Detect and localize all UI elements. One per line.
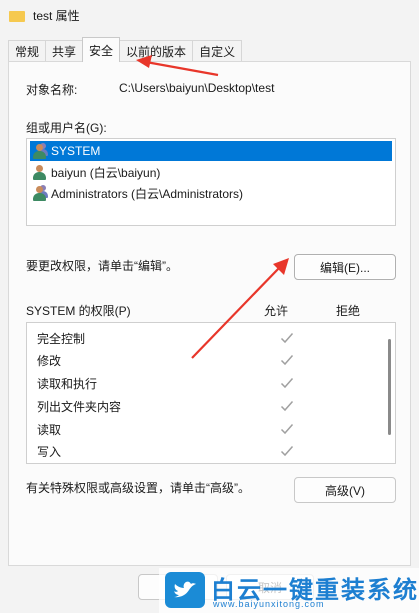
title-bar: test 属性 <box>0 0 419 30</box>
allow-check-icon <box>280 333 294 344</box>
allow-check-icon <box>280 401 294 412</box>
advanced-hint: 有关特殊权限或高级设置，请单击“高级”。 <box>26 481 250 495</box>
object-name-value: C:\Users\baiyun\Desktop\test <box>119 81 275 95</box>
group-icon <box>32 143 48 159</box>
scrollbar[interactable] <box>388 339 391 435</box>
tab-strip: 常规 共享 安全 以前的版本 自定义 <box>8 37 243 62</box>
permission-name: 写入 <box>37 444 62 459</box>
tab-previous-versions[interactable]: 以前的版本 <box>119 40 194 62</box>
list-item-label: Administrators (白云\Administrators) <box>51 186 244 201</box>
watermark-url: www.baiyunxitong.com <box>213 599 325 609</box>
permissions-list[interactable]: 完全控制 修改 读取和执行 列出文件夹内容 读取 写入 <box>26 322 396 464</box>
permission-name: 读取和执行 <box>37 376 98 391</box>
allow-check-icon <box>280 378 294 389</box>
user-icon <box>32 164 48 180</box>
permission-row: 写入 <box>37 440 392 462</box>
bird-logo-icon <box>165 572 205 608</box>
permission-name: 完全控制 <box>37 331 86 346</box>
list-item-system[interactable]: SYSTEM <box>30 141 392 161</box>
edit-hint: 要更改权限，请单击“编辑”。 <box>26 259 178 273</box>
permission-row: 列出文件夹内容 <box>37 395 392 417</box>
allow-check-icon <box>280 424 294 435</box>
tab-customize[interactable]: 自定义 <box>192 40 243 62</box>
list-item-label: baiyun (白云\baiyun) <box>51 165 161 180</box>
list-item-baiyun[interactable]: baiyun (白云\baiyun) <box>30 162 392 182</box>
permission-row: 修改 <box>37 349 392 371</box>
list-item-administrators[interactable]: Administrators (白云\Administrators) <box>30 183 392 203</box>
permission-name: 列出文件夹内容 <box>37 399 122 414</box>
permissions-header: SYSTEM 的权限(P) <box>26 304 131 318</box>
watermark: 白云一键重装系统 www.baiyunxitong.com <box>159 568 419 613</box>
group-icon <box>32 185 48 201</box>
tab-general[interactable]: 常规 <box>8 40 47 62</box>
allow-check-icon <box>280 446 294 457</box>
advanced-button[interactable]: 高级(V) <box>294 477 396 503</box>
window-title: test 属性 <box>33 8 80 23</box>
user-list[interactable]: SYSTEM baiyun (白云\baiyun) Administrators… <box>26 138 396 226</box>
list-item-label: SYSTEM <box>51 144 101 158</box>
permission-name: 读取 <box>37 422 62 437</box>
permission-row: 读取 <box>37 418 392 440</box>
deny-header: 拒绝 <box>336 304 361 318</box>
tab-security[interactable]: 安全 <box>82 37 121 62</box>
tab-sharing[interactable]: 共享 <box>45 40 84 62</box>
permission-row: 读取和执行 <box>37 372 392 394</box>
allow-check-icon <box>280 355 294 366</box>
object-name-label: 对象名称: <box>26 83 78 97</box>
edit-button[interactable]: 编辑(E)... <box>294 254 396 280</box>
permission-name: 修改 <box>37 353 62 368</box>
groups-label: 组或用户名(G): <box>26 121 107 135</box>
permission-row: 完全控制 <box>37 327 392 349</box>
folder-icon <box>9 9 25 22</box>
allow-header: 允许 <box>264 304 289 318</box>
